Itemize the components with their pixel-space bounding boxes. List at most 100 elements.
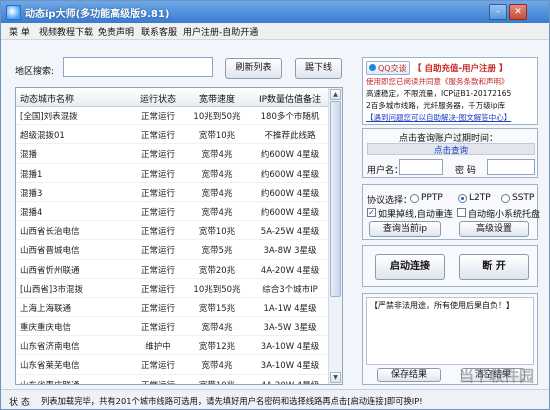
cell-status: 正常运行 — [140, 284, 175, 295]
disconnect-button[interactable]: 断 开 — [459, 254, 529, 280]
auto-reconnect-checkbox[interactable]: ✓ — [367, 208, 376, 217]
expire-query-bar[interactable]: 点击查询 — [367, 143, 535, 156]
query-current-ip-button[interactable]: 查询当前ip — [369, 221, 441, 237]
table-row[interactable]: 山西省长治电信 正常运行 宽带10兆 5A-25W 4星级 — [16, 221, 330, 241]
cell-bandwidth: 宽带12兆 — [198, 342, 236, 353]
city-line-table: 动态城市名称 运行状态 宽带速度 IP数量估值备注 [全国]刘表混拨 正常运行 10… — [15, 87, 343, 385]
scroll-up-icon[interactable]: ▲ — [330, 89, 341, 100]
l2tp-radio[interactable] — [458, 194, 467, 203]
region-search-label: 地区搜索: — [15, 67, 55, 77]
table-row[interactable]: [全国]刘表混拨 正常运行 10兆到50兆 180多个市随机 — [16, 106, 330, 126]
account-panel: 点击查询账户过期时间： 点击查询 用户名： 密 码 — [362, 128, 538, 178]
username-label: 用户名： — [367, 166, 404, 176]
close-button[interactable]: ✕ — [509, 4, 527, 20]
table-row[interactable]: 山西省晋城电信 正常运行 宽带5兆 3A-8W 3星级 — [16, 240, 330, 260]
cell-bandwidth: 10兆到50兆 — [193, 112, 241, 122]
cell-ip-estimate: 4A-20W 4星级 — [260, 265, 320, 276]
column-header-ip-estimate[interactable]: IP数量估值备注 — [252, 92, 328, 105]
sstp-radio-label[interactable]: SSTP — [512, 193, 534, 203]
refresh-list-button[interactable]: 刷新列表 — [225, 58, 282, 79]
table-row[interactable]: 山东省莱芜电信 正常运行 宽带4兆 3A-10W 4星级 — [16, 355, 330, 375]
cell-status: 正常运行 — [140, 265, 175, 276]
column-header-city[interactable]: 动态城市名称 — [20, 92, 130, 105]
table-row[interactable]: 混播1 正常运行 宽带4兆 约600W 4星级 — [16, 164, 330, 183]
cell-status: 正常运行 — [140, 131, 175, 142]
cell-city: 山东省枣庄联通 — [20, 379, 130, 384]
table-scrollbar[interactable]: ▲ ▼ — [328, 88, 342, 384]
cell-city: 混播1 — [20, 169, 43, 180]
cell-bandwidth: 宽带5兆 — [201, 246, 233, 257]
cell-ip-estimate: 3A-10W 4星级 — [260, 361, 320, 372]
cell-bandwidth: 宽带4兆 — [201, 188, 233, 199]
kick-offline-button[interactable]: 踢下线 — [295, 58, 342, 79]
pptp-radio-label[interactable]: PPTP — [421, 193, 443, 203]
table-row[interactable]: 混播 正常运行 宽带4兆 约600W 4星级 — [16, 144, 330, 164]
table-body: [全国]刘表混拨 正常运行 10兆到50兆 180多个市随机 超级混拨01 正常运行 宽带1… — [16, 106, 330, 384]
column-header-bandwidth[interactable]: 宽带速度 — [186, 92, 248, 105]
cell-status: 正常运行 — [140, 361, 175, 372]
scroll-thumb[interactable] — [330, 101, 341, 297]
table-row[interactable]: 上海上海联通 正常运行 宽带15兆 1A-1W 4星级 — [16, 298, 330, 318]
promo-terms-link[interactable]: 使用即您已阅读并同意《服务条款和声明》 — [366, 76, 509, 87]
cell-bandwidth: 宽带4兆 — [201, 207, 233, 218]
cell-status: 正常运行 — [140, 323, 175, 334]
pptp-radio[interactable] — [410, 194, 419, 203]
cell-ip-estimate: 5A-25W 4星级 — [260, 227, 320, 238]
advanced-settings-button[interactable]: 高级设置 — [459, 221, 529, 237]
cell-ip-estimate: 约600W 4星级 — [260, 169, 320, 180]
help-center-link[interactable]: 【遇到问题您可以自助解决-图文解答中心】 — [366, 112, 511, 123]
cell-bandwidth: 宽带4兆 — [201, 323, 233, 334]
menu-item-main[interactable]: 菜 单 — [9, 25, 30, 38]
cell-bandwidth: 宽带4兆 — [201, 169, 233, 180]
menu-item-contact-support[interactable]: 联系客服 — [141, 25, 177, 38]
table-row[interactable]: 山西省忻州联通 正常运行 宽带20兆 4A-20W 4星级 — [16, 260, 330, 279]
cell-bandwidth: 10兆到50兆 — [193, 284, 241, 295]
start-connection-button[interactable]: 启动连接 — [375, 254, 445, 280]
promo-title-link[interactable]: 【 自助充值-用户注册 】 — [413, 62, 507, 74]
password-input[interactable] — [487, 159, 535, 175]
cell-bandwidth: 宽带4兆 — [201, 361, 233, 372]
cell-city: 超级混拨01 — [20, 131, 65, 142]
menu-item-disclaimer[interactable]: 免责声明 — [98, 25, 134, 38]
menu-item-register[interactable]: 用户注册-自助开通 — [183, 25, 258, 38]
qq-chat-label: QQ交谈 — [378, 64, 407, 73]
cell-status: 正常运行 — [140, 207, 175, 218]
cell-bandwidth: 宽带20兆 — [198, 265, 236, 276]
cell-city: 山东省济南电信 — [20, 342, 80, 353]
menu-item-video-tutorial[interactable]: 视频教程下载 — [39, 25, 93, 38]
cell-status: 正常运行 — [140, 150, 175, 161]
cell-status: 正常运行 — [140, 169, 175, 180]
cell-bandwidth: 宽带15兆 — [198, 303, 236, 314]
l2tp-radio-label[interactable]: L2TP — [469, 193, 491, 203]
table-row[interactable]: 混播3 正常运行 宽带4兆 约600W 4星级 — [16, 183, 330, 202]
watermark-text: 当下软件园 — [459, 367, 535, 385]
promo-line-2: 高速稳定，不限流量，ICP证B1-20172165 — [366, 89, 512, 98]
cell-status: 正常运行 — [140, 188, 175, 199]
table-row[interactable]: [山西省]3市混拨 正常运行 10兆到50兆 综合3个城市IP — [16, 279, 330, 298]
username-input[interactable] — [399, 159, 443, 175]
sstp-radio[interactable] — [501, 194, 510, 203]
auto-minimize-label[interactable]: 自动缩小系统托盘 — [468, 207, 540, 220]
password-label: 密 码 — [455, 166, 476, 176]
table-row[interactable]: 山东省济南电信 维护中 宽带12兆 3A-10W 4星级 — [16, 336, 330, 356]
table-row[interactable]: 山东省枣庄联通正常运行宽带10兆 4A-20W 4星级 — [16, 375, 330, 384]
qq-chat-button[interactable]: QQ交谈 — [366, 61, 410, 75]
table-row[interactable]: 重庆重庆电信 正常运行 宽带4兆 3A-5W 3星级 — [16, 317, 330, 337]
title-bar[interactable]: 动态ip大师(多功能高级版9.81) – ✕ — [1, 1, 549, 23]
column-header-status[interactable]: 运行状态 — [132, 92, 184, 105]
expire-query-link[interactable]: 点击查询 — [434, 144, 468, 156]
table-row[interactable]: 超级混拨01 正常运行 宽带10兆 不推荐此线路 — [16, 125, 330, 145]
save-results-button[interactable]: 保存结果 — [377, 368, 441, 382]
region-search-input[interactable] — [63, 57, 213, 77]
cell-bandwidth: 宽带10兆 — [186, 379, 248, 384]
table-row[interactable]: 混播4 正常运行 宽带4兆 约600W 4星级 — [16, 202, 330, 222]
auto-minimize-checkbox[interactable] — [457, 208, 466, 217]
minimize-button[interactable]: – — [489, 4, 507, 20]
promo-line-3: 2百多城市线路，光纤服务器，千万级ip库 — [366, 101, 506, 110]
cell-ip-estimate: 不推荐此线路 — [264, 131, 316, 142]
scroll-down-icon[interactable]: ▼ — [330, 372, 341, 383]
cell-bandwidth: 宽带10兆 — [198, 131, 236, 142]
app-window: 动态ip大师(多功能高级版9.81) – ✕ 菜 单 视频教程下载 免责声明 联… — [0, 0, 550, 410]
auto-reconnect-label[interactable]: 如果掉线,自动重连 — [378, 207, 453, 220]
log-output[interactable]: 【严禁非法用途，所有使用后果自负！】 — [366, 297, 534, 365]
